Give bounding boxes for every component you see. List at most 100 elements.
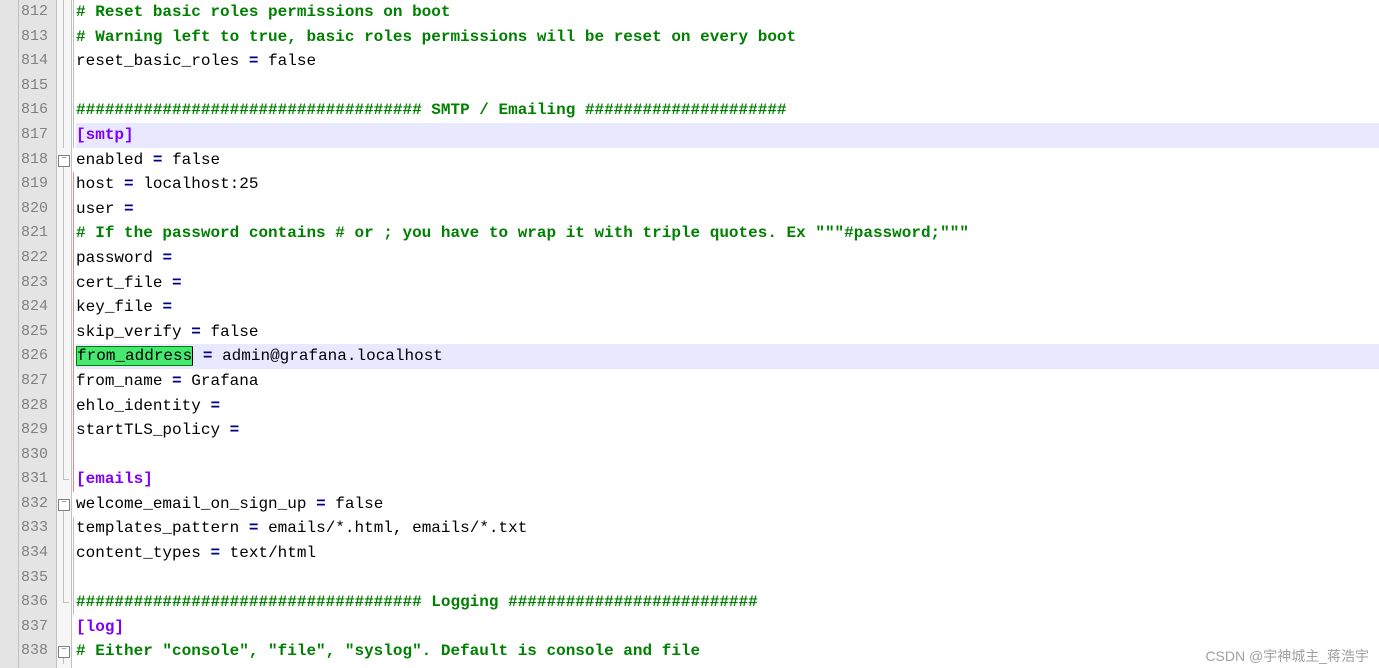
code-token: password bbox=[76, 249, 153, 267]
line-number: 823 bbox=[21, 271, 48, 296]
code-line[interactable] bbox=[76, 443, 1379, 468]
line-number: 824 bbox=[21, 295, 48, 320]
line-number: 815 bbox=[21, 74, 48, 99]
code-token: [log] bbox=[76, 618, 124, 636]
indent-guide bbox=[73, 0, 74, 148]
code-line[interactable]: from_name = Grafana bbox=[76, 369, 1379, 394]
code-token: = bbox=[203, 347, 213, 365]
code-line[interactable]: reset_basic_roles = false bbox=[76, 49, 1379, 74]
code-token: admin@grafana.localhost bbox=[222, 347, 443, 365]
line-number: 825 bbox=[21, 320, 48, 345]
code-token: host bbox=[76, 175, 114, 193]
code-token: = bbox=[210, 544, 220, 562]
code-token: enabled bbox=[76, 151, 143, 169]
code-token bbox=[212, 347, 222, 365]
line-number: 828 bbox=[21, 394, 48, 419]
code-line[interactable]: user = bbox=[76, 197, 1379, 222]
line-number: 813 bbox=[21, 25, 48, 50]
code-token: = bbox=[162, 298, 172, 316]
code-line[interactable]: ehlo_identity = bbox=[76, 394, 1379, 419]
line-number: 814 bbox=[21, 49, 48, 74]
code-token bbox=[239, 519, 249, 537]
code-token: welcome_email_on_sign_up bbox=[76, 495, 306, 513]
code-token: = bbox=[191, 323, 201, 341]
code-line[interactable]: [smtp] bbox=[76, 123, 1379, 148]
code-token bbox=[201, 397, 211, 415]
code-token: = bbox=[162, 249, 172, 267]
bookmark-margin[interactable] bbox=[0, 0, 19, 668]
fold-toggle-icon[interactable]: − bbox=[58, 646, 70, 658]
code-line[interactable]: host = localhost:25 bbox=[76, 172, 1379, 197]
code-line[interactable]: password = bbox=[76, 246, 1379, 271]
line-number: 827 bbox=[21, 369, 48, 394]
line-number: 834 bbox=[21, 541, 48, 566]
code-token: emails/*.html, emails/*.txt bbox=[268, 519, 527, 537]
code-line[interactable]: # Reset basic roles permissions on boot bbox=[76, 0, 1379, 25]
code-line[interactable]: key_file = bbox=[76, 295, 1379, 320]
code-token: localhost:25 bbox=[143, 175, 258, 193]
line-number: 821 bbox=[21, 221, 48, 246]
indent-guide bbox=[73, 172, 74, 492]
code-line[interactable]: # If the password contains # or ; you ha… bbox=[76, 221, 1379, 246]
line-number: 838 bbox=[21, 639, 48, 664]
line-number: 836 bbox=[21, 590, 48, 615]
code-token: templates_pattern bbox=[76, 519, 239, 537]
code-token: # Reset basic roles permissions on boot bbox=[76, 3, 450, 21]
code-line[interactable]: welcome_email_on_sign_up = false bbox=[76, 492, 1379, 517]
code-line[interactable]: enabled = false bbox=[76, 148, 1379, 173]
line-number: 819 bbox=[21, 172, 48, 197]
code-token: Grafana bbox=[191, 372, 258, 390]
fold-margin[interactable]: − − − bbox=[57, 0, 72, 668]
line-number: 826 bbox=[21, 344, 48, 369]
code-token bbox=[114, 200, 124, 218]
code-token: #################################### Log… bbox=[76, 593, 758, 611]
code-token: [smtp] bbox=[76, 126, 134, 144]
code-token: cert_file bbox=[76, 274, 162, 292]
indent-guide bbox=[73, 517, 74, 615]
line-number: 816 bbox=[21, 98, 48, 123]
code-token: # Warning left to true, basic roles perm… bbox=[76, 28, 796, 46]
code-token: = bbox=[124, 175, 134, 193]
code-line[interactable] bbox=[76, 566, 1379, 591]
code-area[interactable]: # Reset basic roles permissions on boot #… bbox=[72, 0, 1379, 668]
code-editor[interactable]: 8128138148158168178188198208218228238248… bbox=[0, 0, 1379, 668]
code-line[interactable]: skip_verify = false bbox=[76, 320, 1379, 345]
line-number: 831 bbox=[21, 467, 48, 492]
code-line[interactable]: templates_pattern = emails/*.html, email… bbox=[76, 516, 1379, 541]
line-number: 829 bbox=[21, 418, 48, 443]
code-token: = bbox=[230, 421, 240, 439]
code-line[interactable]: [log] bbox=[76, 615, 1379, 640]
code-line[interactable]: #################################### SMT… bbox=[76, 98, 1379, 123]
code-line[interactable]: #################################### Log… bbox=[76, 590, 1379, 615]
fold-toggle-icon[interactable]: − bbox=[58, 499, 70, 511]
code-token: from_address bbox=[76, 346, 193, 366]
code-line[interactable] bbox=[76, 74, 1379, 99]
line-number: 833 bbox=[21, 516, 48, 541]
code-token bbox=[239, 52, 249, 70]
fold-toggle-icon[interactable]: − bbox=[58, 155, 70, 167]
code-token bbox=[134, 175, 144, 193]
code-line[interactable]: # Warning left to true, basic roles perm… bbox=[76, 25, 1379, 50]
code-line[interactable]: content_types = text/html bbox=[76, 541, 1379, 566]
code-token: user bbox=[76, 200, 114, 218]
code-token bbox=[220, 544, 230, 562]
code-line[interactable]: [emails] bbox=[76, 467, 1379, 492]
code-token bbox=[153, 249, 163, 267]
code-token: = bbox=[124, 200, 134, 218]
code-token: skip_verify bbox=[76, 323, 182, 341]
code-token: = bbox=[172, 372, 182, 390]
line-number-gutter[interactable]: 8128138148158168178188198208218228238248… bbox=[19, 0, 57, 668]
code-token: content_types bbox=[76, 544, 201, 562]
code-line[interactable]: startTLS_policy = bbox=[76, 418, 1379, 443]
code-token: # Either "console", "file", "syslog". De… bbox=[76, 642, 700, 660]
code-token bbox=[258, 519, 268, 537]
line-number: 837 bbox=[21, 615, 48, 640]
code-token: text/html bbox=[230, 544, 316, 562]
code-line[interactable]: # Either "console", "file", "syslog". De… bbox=[76, 639, 1379, 664]
code-token: from_name bbox=[76, 372, 162, 390]
line-number: 818 bbox=[21, 148, 48, 173]
line-number: 830 bbox=[21, 443, 48, 468]
code-line[interactable]: cert_file = bbox=[76, 271, 1379, 296]
code-token: [emails] bbox=[76, 470, 153, 488]
code-line[interactable]: from_address = admin@grafana.localhost bbox=[76, 344, 1379, 369]
